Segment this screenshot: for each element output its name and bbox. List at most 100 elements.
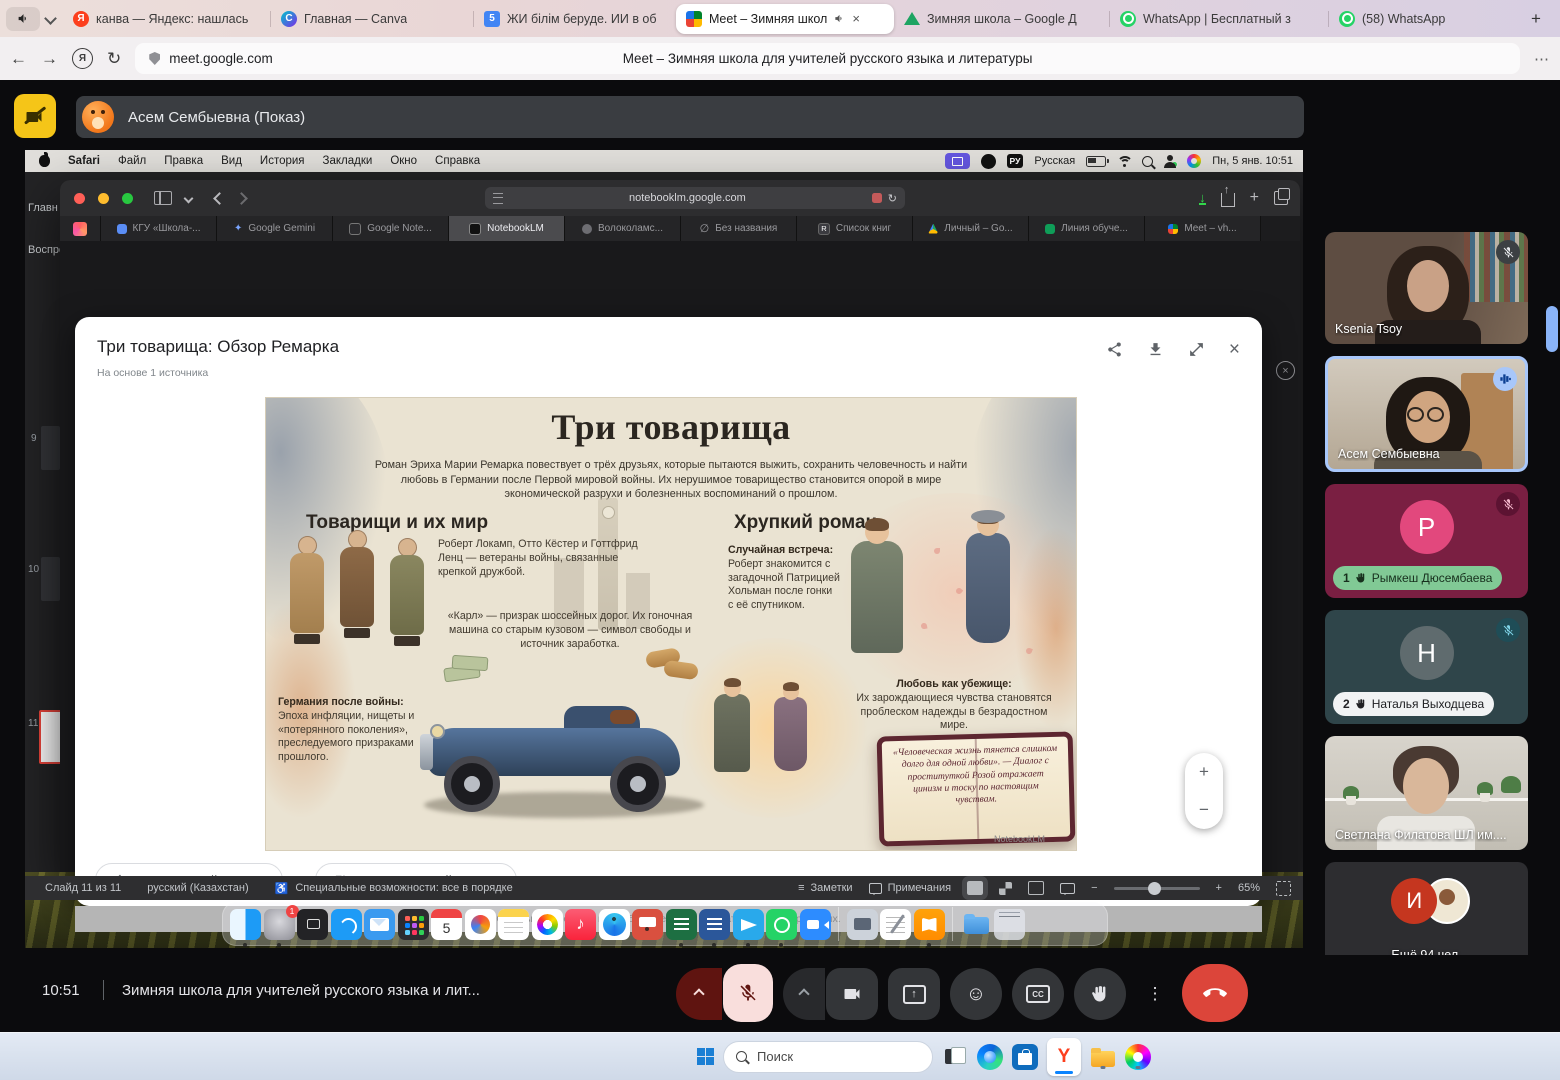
dock-activity[interactable] [465,909,496,940]
menu-edit[interactable]: Правка [164,155,203,167]
safari-url[interactable]: notebooklm.google.com [503,192,872,204]
grid-view-icon[interactable] [999,882,1012,895]
camera-button[interactable] [826,968,878,1020]
reactions-button[interactable]: ☺ [950,968,1002,1020]
view-mode-icon[interactable] [967,881,983,895]
comments-button[interactable]: Примечания [869,882,952,894]
dock-excel[interactable] [666,909,697,940]
url-text[interactable]: meet.google.com [169,51,273,66]
apple-icon[interactable] [39,155,50,167]
presentation-paused-badge[interactable] [14,94,56,138]
participant-tile-natalia[interactable]: Н 2 Наталья Выходцева [1325,610,1528,724]
screen-sharing-icon[interactable] [945,153,970,169]
reload-icon[interactable]: ↻ [888,192,897,205]
zoom-window-button[interactable] [122,193,133,204]
dock-downloads-folder[interactable] [961,909,992,940]
slide-thumbnail[interactable] [41,557,60,601]
reload-button[interactable]: ↻ [107,49,121,69]
accessibility-status[interactable]: ♿Специальные возможности: все в порядке [275,882,513,895]
slide-number[interactable]: 9 [31,433,37,444]
microsoft-store-icon[interactable] [1012,1044,1038,1070]
dock-trash[interactable] [994,909,1025,940]
dock-launchpad[interactable] [398,909,429,940]
slide-number[interactable]: 10 [28,564,39,575]
browser-tab-yandex[interactable]: Я канва — Яндекс: нашлась [63,4,270,34]
url-field[interactable]: meet.google.com Meet – Зимняя школа для … [135,43,1520,74]
end-call-button[interactable] [1182,964,1248,1022]
dock-keynote[interactable] [632,909,663,940]
browser-tab-whatsapp[interactable]: (58) WhatsApp [1329,4,1509,34]
tab-audio-button[interactable] [6,7,40,31]
dock-system-settings[interactable]: 1 [264,909,295,940]
zoom-in-button[interactable]: + [1199,762,1209,782]
mic-options-chevron[interactable] [676,968,722,1020]
close-icon[interactable]: × [1229,341,1240,358]
menu-safari[interactable]: Safari [68,155,100,167]
participant-tile-ksenia[interactable]: Ksenia Tsoy [1325,232,1528,344]
safari-tab-active[interactable]: NotebookLM [449,216,565,241]
safari-tab[interactable]: ✦Google Gemini [217,216,333,241]
dock-screenshot[interactable] [847,909,878,940]
menu-history[interactable]: История [260,155,305,167]
participant-tile-svetlana[interactable]: Светлана Филатова ШЛ им.... [1325,736,1528,850]
minimize-window-button[interactable] [98,193,109,204]
start-button[interactable] [697,1048,714,1065]
menu-bookmarks[interactable]: Закладки [323,155,373,167]
back-button[interactable]: ← [10,49,27,69]
safari-tab[interactable]: Линия обуче... [1029,216,1145,241]
browser-tab-whatsapp-web[interactable]: WhatsApp | Бесплатный з [1110,4,1328,34]
panel-close-icon[interactable]: × [1276,361,1295,380]
slide-thumbnail[interactable] [41,426,60,470]
raise-hand-button[interactable] [1074,968,1126,1020]
browser-tab-canva[interactable]: C Главная — Canva [271,4,473,34]
safari-tab[interactable]: ∅Без названия [681,216,797,241]
task-view-button[interactable] [942,1044,968,1070]
participant-tile-rymkesh[interactable]: Р 1 Рымкеш Дюсембаева [1325,484,1528,598]
zoom-widget[interactable]: + − [1185,753,1223,829]
share-icon[interactable] [1221,193,1235,207]
safari-address-field[interactable]: notebooklm.google.com ↻ [485,187,905,209]
menu-help[interactable]: Справка [435,155,480,167]
dock-calendar[interactable]: 5 [431,909,462,940]
browser-tab-meet-active[interactable]: Meet – Зимняя школ × [676,4,894,34]
presenter-view-icon[interactable] [1060,883,1075,894]
safari-tab[interactable]: КГУ «Школа-... [101,216,217,241]
dock-telegram[interactable] [733,909,764,940]
dock-textedit[interactable] [880,909,911,940]
dock-photos[interactable] [532,909,563,940]
zoom-in-icon[interactable]: + [1216,882,1222,894]
safari-tab[interactable]: Google Note... [333,216,449,241]
extension-icon[interactable] [872,193,882,203]
presenter-bar[interactable]: Асем Сембыевна (Показ) [76,96,1304,138]
dock-safari[interactable] [599,909,630,940]
slide-counter[interactable]: Слайд 11 из 11 [45,882,121,894]
shield-icon[interactable] [149,52,160,65]
downloads-icon[interactable]: ↓ [1199,192,1206,205]
yandex-search-icon[interactable]: Я [72,48,93,69]
menu-file[interactable]: Файл [118,155,146,167]
dock-zoom[interactable] [800,909,831,940]
new-tab-button[interactable]: + [1523,6,1549,32]
camera-options-chevron[interactable] [783,968,825,1020]
dock-whatsapp[interactable] [766,909,797,940]
share-icon[interactable] [1106,341,1123,358]
reader-icon[interactable] [493,193,503,204]
sidebar-toggle-icon[interactable] [154,191,172,205]
zoom-out-button[interactable]: − [1199,800,1209,820]
expand-icon[interactable] [1188,341,1205,358]
close-tab-icon[interactable]: × [852,11,860,26]
browser-tab-slides[interactable]: 5 ЖИ білім беруде. ИИ в об [474,4,676,34]
chevron-down-icon[interactable] [184,193,194,203]
dock-photo-booth[interactable] [297,909,328,940]
menu-clock[interactable]: Пн, 5 янв. 10:51 [1212,155,1293,167]
document-language[interactable]: русский (Казахстан) [147,882,248,894]
file-explorer-icon[interactable] [1090,1044,1116,1070]
input-language-badge[interactable]: РУ [1007,154,1024,168]
participant-tile-asem[interactable]: Асем Сембыевна [1325,356,1528,472]
download-icon[interactable] [1147,341,1164,358]
more-options-button[interactable]: ⋮ [1133,968,1177,1020]
forward-icon[interactable] [235,192,248,205]
user-switch-icon[interactable] [1164,155,1176,167]
tab-overview-icon[interactable] [1274,191,1288,205]
edge-icon[interactable] [977,1044,1003,1070]
